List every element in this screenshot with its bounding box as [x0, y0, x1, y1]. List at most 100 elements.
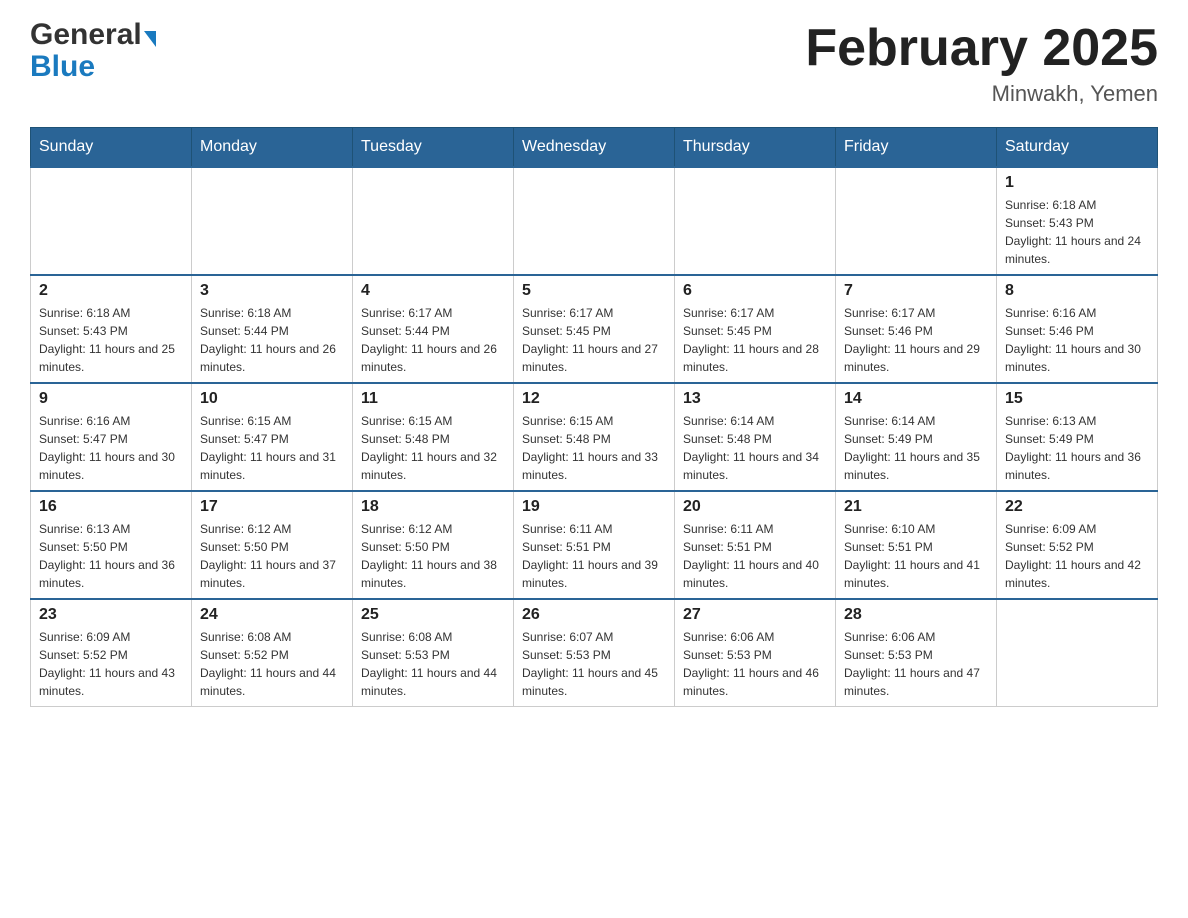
page-header: General Blue February 2025 Minwakh, Yeme…: [30, 20, 1158, 107]
day-number: 8: [1005, 282, 1149, 300]
calendar-cell: [353, 167, 514, 275]
calendar-cell: 15 Sunrise: 6:13 AMSunset: 5:49 PMDayligh…: [997, 383, 1158, 491]
day-number: 27: [683, 606, 827, 624]
week-row-1: 1 Sunrise: 6:18 AMSunset: 5:43 PMDaylight…: [31, 167, 1158, 275]
day-info: Sunrise: 6:06 AMSunset: 5:53 PMDaylight:…: [844, 628, 988, 700]
calendar-cell: [836, 167, 997, 275]
logo: General Blue: [30, 20, 156, 82]
day-info: Sunrise: 6:18 AMSunset: 5:43 PMDaylight:…: [39, 304, 183, 376]
calendar-cell: 18Sunrise: 6:12 AMSunset: 5:50 PMDayligh…: [353, 491, 514, 599]
day-number: 18: [361, 498, 505, 516]
location: Minwakh, Yemen: [805, 81, 1158, 107]
day-number: 24: [200, 606, 344, 624]
logo-triangle-icon: [144, 31, 156, 47]
day-info: Sunrise: 6:14 AMSunset: 5:48 PMDaylight:…: [683, 412, 827, 484]
day-info: Sunrise: 6:18 AMSunset: 5:43 PMDaylight:…: [1005, 196, 1149, 268]
calendar-cell: 4Sunrise: 6:17 AMSunset: 5:44 PMDaylight…: [353, 275, 514, 383]
calendar-table: SundayMondayTuesdayWednesdayThursdayFrid…: [30, 127, 1158, 707]
day-info: Sunrise: 6:14 AMSunset: 5:49 PMDaylight:…: [844, 412, 988, 484]
day-info: Sunrise: 6:09 AMSunset: 5:52 PMDaylight:…: [39, 628, 183, 700]
calendar-cell: 7 Sunrise: 6:17 AMSunset: 5:46 PMDaylight…: [836, 275, 997, 383]
title-area: February 2025 Minwakh, Yemen: [805, 20, 1158, 107]
calendar-cell: 26 Sunrise: 6:07 AMSunset: 5:53 PMDayligh…: [514, 599, 675, 707]
week-row-2: 2 Sunrise: 6:18 AMSunset: 5:43 PMDaylight…: [31, 275, 1158, 383]
calendar-cell: 9 Sunrise: 6:16 AMSunset: 5:47 PMDaylight…: [31, 383, 192, 491]
calendar-cell: 3 Sunrise: 6:18 AMSunset: 5:44 PMDaylight…: [192, 275, 353, 383]
day-info: Sunrise: 6:17 AMSunset: 5:45 PMDaylight:…: [683, 304, 827, 376]
calendar-cell: 12 Sunrise: 6:15 AMSunset: 5:48 PMDayligh…: [514, 383, 675, 491]
logo-general: General: [30, 20, 142, 50]
day-info: Sunrise: 6:11 AMSunset: 5:51 PMDaylight:…: [522, 520, 666, 592]
day-number: 6: [683, 282, 827, 300]
day-of-week-saturday: Saturday: [997, 128, 1158, 168]
day-number: 13: [683, 390, 827, 408]
month-title: February 2025: [805, 20, 1158, 77]
day-info: Sunrise: 6:15 AMSunset: 5:48 PMDaylight:…: [522, 412, 666, 484]
day-number: 17: [200, 498, 344, 516]
day-number: 1: [1005, 174, 1149, 192]
calendar-cell: 11Sunrise: 6:15 AMSunset: 5:48 PMDayligh…: [353, 383, 514, 491]
day-number: 3: [200, 282, 344, 300]
day-of-week-wednesday: Wednesday: [514, 128, 675, 168]
day-info: Sunrise: 6:15 AMSunset: 5:48 PMDaylight:…: [361, 412, 505, 484]
day-info: Sunrise: 6:16 AMSunset: 5:46 PMDaylight:…: [1005, 304, 1149, 376]
week-row-4: 16 Sunrise: 6:13 AMSunset: 5:50 PMDayligh…: [31, 491, 1158, 599]
day-number: 10: [200, 390, 344, 408]
day-info: Sunrise: 6:15 AMSunset: 5:47 PMDaylight:…: [200, 412, 344, 484]
day-number: 12: [522, 390, 666, 408]
day-number: 22: [1005, 498, 1149, 516]
calendar-cell: 20Sunrise: 6:11 AMSunset: 5:51 PMDayligh…: [675, 491, 836, 599]
day-number: 4: [361, 282, 505, 300]
week-row-5: 23 Sunrise: 6:09 AMSunset: 5:52 PMDayligh…: [31, 599, 1158, 707]
calendar-cell: 13 Sunrise: 6:14 AMSunset: 5:48 PMDayligh…: [675, 383, 836, 491]
calendar-cell: 1 Sunrise: 6:18 AMSunset: 5:43 PMDaylight…: [997, 167, 1158, 275]
day-number: 9: [39, 390, 183, 408]
calendar-cell: [675, 167, 836, 275]
day-info: Sunrise: 6:17 AMSunset: 5:45 PMDaylight:…: [522, 304, 666, 376]
day-of-week-sunday: Sunday: [31, 128, 192, 168]
day-of-week-thursday: Thursday: [675, 128, 836, 168]
day-info: Sunrise: 6:10 AMSunset: 5:51 PMDaylight:…: [844, 520, 988, 592]
calendar-cell: [997, 599, 1158, 707]
day-info: Sunrise: 6:07 AMSunset: 5:53 PMDaylight:…: [522, 628, 666, 700]
calendar-cell: 21Sunrise: 6:10 AMSunset: 5:51 PMDayligh…: [836, 491, 997, 599]
calendar-cell: 10 Sunrise: 6:15 AMSunset: 5:47 PMDayligh…: [192, 383, 353, 491]
day-number: 15: [1005, 390, 1149, 408]
day-number: 14: [844, 390, 988, 408]
calendar-cell: [31, 167, 192, 275]
day-of-week-tuesday: Tuesday: [353, 128, 514, 168]
day-of-week-monday: Monday: [192, 128, 353, 168]
calendar-cell: 17 Sunrise: 6:12 AMSunset: 5:50 PMDayligh…: [192, 491, 353, 599]
day-number: 16: [39, 498, 183, 516]
day-info: Sunrise: 6:06 AMSunset: 5:53 PMDaylight:…: [683, 628, 827, 700]
calendar-cell: [192, 167, 353, 275]
day-number: 7: [844, 282, 988, 300]
day-info: Sunrise: 6:08 AMSunset: 5:52 PMDaylight:…: [200, 628, 344, 700]
day-of-week-friday: Friday: [836, 128, 997, 168]
day-number: 26: [522, 606, 666, 624]
day-number: 19: [522, 498, 666, 516]
day-number: 25: [361, 606, 505, 624]
calendar-cell: 5Sunrise: 6:17 AMSunset: 5:45 PMDaylight…: [514, 275, 675, 383]
day-info: Sunrise: 6:09 AMSunset: 5:52 PMDaylight:…: [1005, 520, 1149, 592]
calendar-cell: 24 Sunrise: 6:08 AMSunset: 5:52 PMDayligh…: [192, 599, 353, 707]
calendar-cell: 16 Sunrise: 6:13 AMSunset: 5:50 PMDayligh…: [31, 491, 192, 599]
day-info: Sunrise: 6:13 AMSunset: 5:50 PMDaylight:…: [39, 520, 183, 592]
day-info: Sunrise: 6:18 AMSunset: 5:44 PMDaylight:…: [200, 304, 344, 376]
calendar-cell: 28 Sunrise: 6:06 AMSunset: 5:53 PMDayligh…: [836, 599, 997, 707]
calendar-cell: 2 Sunrise: 6:18 AMSunset: 5:43 PMDaylight…: [31, 275, 192, 383]
day-info: Sunrise: 6:17 AMSunset: 5:46 PMDaylight:…: [844, 304, 988, 376]
day-number: 2: [39, 282, 183, 300]
day-info: Sunrise: 6:13 AMSunset: 5:49 PMDaylight:…: [1005, 412, 1149, 484]
day-info: Sunrise: 6:16 AMSunset: 5:47 PMDaylight:…: [39, 412, 183, 484]
calendar-cell: 22 Sunrise: 6:09 AMSunset: 5:52 PMDayligh…: [997, 491, 1158, 599]
day-number: 23: [39, 606, 183, 624]
day-info: Sunrise: 6:08 AMSunset: 5:53 PMDaylight:…: [361, 628, 505, 700]
calendar-cell: [514, 167, 675, 275]
week-row-3: 9 Sunrise: 6:16 AMSunset: 5:47 PMDaylight…: [31, 383, 1158, 491]
day-info: Sunrise: 6:12 AMSunset: 5:50 PMDaylight:…: [200, 520, 344, 592]
calendar-cell: 14 Sunrise: 6:14 AMSunset: 5:49 PMDayligh…: [836, 383, 997, 491]
calendar-cell: 23 Sunrise: 6:09 AMSunset: 5:52 PMDayligh…: [31, 599, 192, 707]
day-number: 28: [844, 606, 988, 624]
calendar-header-row: SundayMondayTuesdayWednesdayThursdayFrid…: [31, 128, 1158, 168]
